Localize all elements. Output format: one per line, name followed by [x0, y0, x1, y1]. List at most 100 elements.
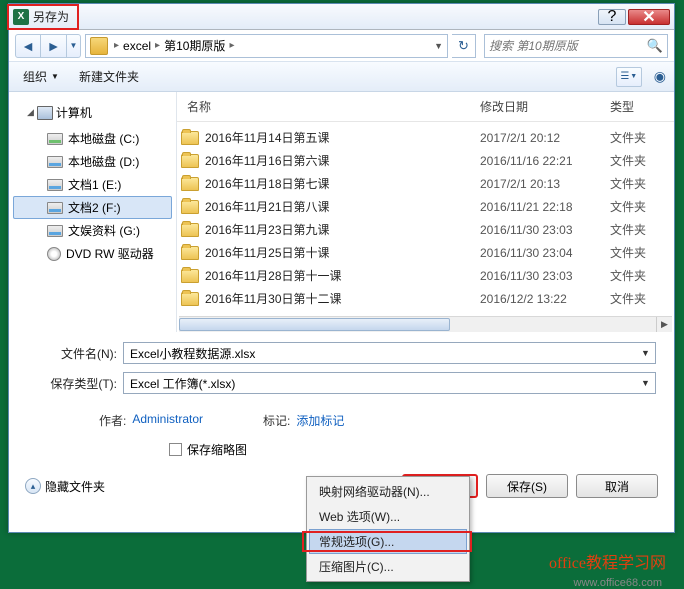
col-date[interactable]: 修改日期	[480, 98, 610, 115]
scrollbar-thumb[interactable]	[179, 318, 450, 331]
menu-map-drive[interactable]: 映射网络驱动器(N)...	[309, 479, 467, 504]
filename-label: 文件名(N):	[27, 345, 123, 362]
chevron-right-icon: ▸	[114, 40, 119, 51]
drive-icon	[47, 133, 63, 145]
sidebar: ◢ 计算机 本地磁盘 (C:) 本地磁盘 (D:) 文档1 (E:) 文档2 (…	[9, 92, 177, 332]
view-button[interactable]: ☰▼	[616, 67, 642, 87]
chevron-down-icon[interactable]: ▼	[434, 41, 447, 51]
file-row[interactable]: 2016年11月23日第九课2016/11/30 23:03文件夹	[177, 218, 674, 241]
file-date: 2016/11/30 23:03	[480, 223, 610, 237]
save-button[interactable]: 保存(S)	[486, 474, 568, 498]
file-name: 2016年11月18日第七课	[205, 175, 480, 192]
menu-compress-pictures[interactable]: 压缩图片(C)...	[309, 554, 467, 579]
filename-input[interactable]: Excel小教程数据源.xlsx ▼	[123, 342, 656, 364]
save-as-dialog: X 另存为 ? ✕ ◄ ► ▼ ▸ excel ▸ 第10期原版 ▸ ▼ ↻ 🔍	[8, 3, 675, 533]
chevron-right-icon: ▸	[229, 40, 234, 51]
hide-folders-toggle[interactable]: ▴ 隐藏文件夹	[25, 478, 105, 495]
breadcrumb-seg[interactable]: excel	[123, 39, 151, 53]
help-win-button[interactable]: ?	[598, 9, 626, 25]
form-area: 文件名(N): Excel小教程数据源.xlsx ▼ 保存类型(T): Exce…	[9, 332, 674, 408]
file-date: 2016/11/30 23:03	[480, 269, 610, 283]
file-type: 文件夹	[610, 198, 666, 215]
title-bar: X 另存为 ? ✕	[9, 4, 674, 30]
chevron-down-icon[interactable]: ▼	[638, 345, 653, 361]
refresh-button[interactable]: ↻	[452, 34, 476, 58]
file-pane: 名称 修改日期 类型 2016年11月14日第五课2017/2/1 20:12文…	[177, 92, 674, 332]
organize-button[interactable]: 组织▼	[17, 66, 65, 87]
help-icon[interactable]: ◉	[654, 68, 666, 85]
search-icon: 🔍	[647, 38, 663, 54]
chevron-down-icon[interactable]: ▼	[638, 375, 653, 391]
nav-history-dropdown[interactable]: ▼	[67, 34, 81, 58]
triangle-down-icon: ◢	[27, 107, 34, 118]
dialog-title: 另存为	[33, 8, 598, 25]
file-row[interactable]: 2016年11月30日第十二课2016/12/2 13:22文件夹	[177, 287, 674, 310]
tags-label: 标记:	[263, 412, 290, 429]
folder-icon	[181, 200, 199, 214]
file-name: 2016年11月23日第九课	[205, 221, 480, 238]
file-row[interactable]: 2016年11月16日第六课2016/11/16 22:21文件夹	[177, 149, 674, 172]
file-type: 文件夹	[610, 175, 666, 192]
menu-general-options[interactable]: 常规选项(G)...	[309, 529, 467, 554]
file-row[interactable]: 2016年11月14日第五课2017/2/1 20:12文件夹	[177, 126, 674, 149]
file-type: 文件夹	[610, 267, 666, 284]
drive-d[interactable]: 本地磁盘 (D:)	[13, 150, 172, 173]
drive-g[interactable]: 文娱资料 (G:)	[13, 219, 172, 242]
search-box[interactable]: 🔍	[484, 34, 668, 58]
thumbnail-checkbox[interactable]	[169, 443, 182, 456]
horizontal-scrollbar[interactable]: ▶	[179, 316, 672, 332]
breadcrumb-seg[interactable]: 第10期原版	[164, 37, 225, 54]
drive-c[interactable]: 本地磁盘 (C:)	[13, 127, 172, 150]
drive-icon	[47, 156, 63, 168]
computer-icon	[37, 106, 53, 120]
file-row[interactable]: 2016年11月21日第八课2016/11/21 22:18文件夹	[177, 195, 674, 218]
thumbnail-label: 保存缩略图	[187, 441, 247, 458]
col-type[interactable]: 类型	[610, 98, 666, 115]
new-folder-button[interactable]: 新建文件夹	[73, 66, 145, 87]
scroll-right-icon[interactable]: ▶	[656, 317, 672, 332]
toolbar: 组织▼ 新建文件夹 ☰▼ ◉	[9, 62, 674, 92]
file-type: 文件夹	[610, 290, 666, 307]
folder-icon	[181, 154, 199, 168]
drive-dvd[interactable]: DVD RW 驱动器	[13, 242, 172, 265]
col-name[interactable]: 名称	[181, 98, 480, 115]
folder-icon	[181, 269, 199, 283]
file-date: 2016/11/16 22:21	[480, 154, 610, 168]
file-name: 2016年11月14日第五课	[205, 129, 480, 146]
metadata-row: 作者: Administrator 标记: 添加标记	[9, 408, 674, 437]
breadcrumb[interactable]: ▸ excel ▸ 第10期原版 ▸ ▼	[85, 34, 448, 58]
watermark-url: www.office68.com	[574, 577, 662, 589]
author-label: 作者:	[99, 412, 126, 429]
file-name: 2016年11月28日第十一课	[205, 267, 480, 284]
file-name: 2016年11月30日第十二课	[205, 290, 480, 307]
drive-icon	[47, 179, 63, 191]
menu-web-options[interactable]: Web 选项(W)...	[309, 504, 467, 529]
file-row[interactable]: 2016年11月25日第十课2016/11/30 23:04文件夹	[177, 241, 674, 264]
drive-icon	[47, 225, 63, 237]
file-row[interactable]: 2016年11月18日第七课2017/2/1 20:13文件夹	[177, 172, 674, 195]
file-row[interactable]: 2016年11月28日第十一课2016/11/30 23:03文件夹	[177, 264, 674, 287]
search-input[interactable]	[489, 39, 647, 53]
cancel-button[interactable]: 取消	[576, 474, 658, 498]
watermark-text: office教程学习网	[549, 549, 666, 573]
file-name: 2016年11月21日第八课	[205, 198, 480, 215]
chevron-right-icon: ▸	[155, 40, 160, 51]
nav-forward-button[interactable]: ►	[41, 34, 67, 58]
nav-back-button[interactable]: ◄	[15, 34, 41, 58]
tree-computer[interactable]: ◢ 计算机	[13, 100, 172, 127]
file-date: 2017/2/1 20:13	[480, 177, 610, 191]
excel-icon: X	[13, 9, 29, 25]
author-value[interactable]: Administrator	[132, 412, 203, 429]
folder-icon	[181, 223, 199, 237]
folder-icon	[181, 177, 199, 191]
tags-value[interactable]: 添加标记	[296, 412, 344, 429]
filetype-select[interactable]: Excel 工作簿(*.xlsx) ▼	[123, 372, 656, 394]
file-type: 文件夹	[610, 221, 666, 238]
chevron-up-icon: ▴	[25, 478, 41, 494]
drive-f[interactable]: 文档2 (F:)	[13, 196, 172, 219]
folder-icon	[181, 292, 199, 306]
column-headers: 名称 修改日期 类型	[177, 92, 674, 122]
close-button[interactable]: ✕	[628, 9, 670, 25]
tools-dropdown: 映射网络驱动器(N)... Web 选项(W)... 常规选项(G)... 压缩…	[306, 476, 470, 582]
drive-e[interactable]: 文档1 (E:)	[13, 173, 172, 196]
